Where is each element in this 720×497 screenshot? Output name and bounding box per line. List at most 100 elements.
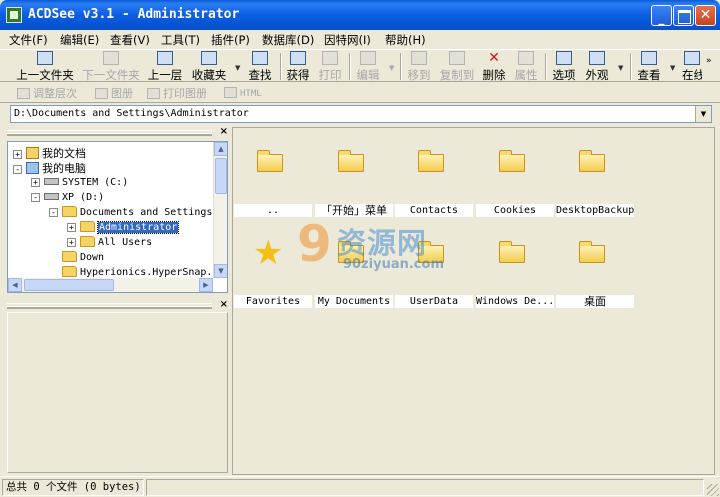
collapse-icon[interactable]: - xyxy=(13,165,22,174)
close-button[interactable]: ✕ xyxy=(695,5,716,26)
move-to-icon xyxy=(411,51,427,65)
layout-button[interactable]: 外观 xyxy=(584,51,610,82)
layout-icon xyxy=(589,51,605,65)
watermark-logo: 9 资源网 90ziyuan.com xyxy=(295,215,485,279)
toolbar-separator xyxy=(400,53,402,80)
folder-icon xyxy=(418,150,446,172)
folder-up-icon xyxy=(257,150,285,172)
tree-node-system-c[interactable]: + SYSTEM (C:) xyxy=(31,175,128,190)
menu-plugins[interactable]: 插件(P) xyxy=(211,32,250,48)
folder-icon xyxy=(80,236,95,247)
tree-vertical-scrollbar[interactable]: ▲ ▼ xyxy=(213,142,227,278)
copy-to-button[interactable]: 复制到 xyxy=(438,51,476,82)
file-item-start-menu[interactable]: 「开始」菜单 xyxy=(315,129,393,217)
title-bar[interactable]: ACDSee v3.1 - Administrator _ ✕ xyxy=(0,0,720,30)
menu-edit[interactable]: 编辑(E) xyxy=(60,32,99,48)
favorites-button[interactable]: 收藏夹 xyxy=(189,51,229,82)
expand-icon[interactable]: + xyxy=(67,223,76,232)
minimize-button[interactable]: _ xyxy=(651,5,672,26)
scroll-thumb[interactable] xyxy=(215,158,227,194)
scroll-thumb[interactable] xyxy=(24,279,114,291)
layout-dropdown-arrow[interactable]: ▼ xyxy=(618,64,623,72)
close-icon[interactable]: × xyxy=(220,299,228,310)
view-button[interactable]: 查看 xyxy=(636,51,662,82)
scroll-up-button[interactable]: ▲ xyxy=(214,142,227,156)
menu-tools[interactable]: 工具(T) xyxy=(161,32,200,48)
app-icon xyxy=(6,7,22,23)
edit-image-icon xyxy=(360,51,376,65)
properties-icon xyxy=(518,51,534,65)
print-album-button[interactable]: 打印图册 xyxy=(147,85,207,101)
menu-database[interactable]: 数据库(D) xyxy=(262,32,314,48)
my-documents-icon xyxy=(26,147,39,159)
toolbar-overflow-chevron-icon[interactable]: » xyxy=(706,56,712,66)
html-button[interactable]: HTML xyxy=(224,87,262,99)
tree-node-documents-and-settings[interactable]: - Documents and Settings xyxy=(49,205,212,220)
expand-icon[interactable]: + xyxy=(67,238,76,247)
file-item-desktopbackup[interactable]: DesktopBackup xyxy=(556,129,634,217)
menu-file[interactable]: 文件(F) xyxy=(9,32,48,48)
pane-grip[interactable] xyxy=(7,303,212,309)
pane-grip[interactable] xyxy=(7,130,212,136)
collapse-icon[interactable]: - xyxy=(31,193,40,202)
folder-forward-icon xyxy=(103,51,119,65)
star-folder-icon: ★ xyxy=(253,233,284,273)
album-button[interactable]: 图册 xyxy=(95,85,133,101)
address-bar[interactable]: D:\Documents and Settings\Administrator … xyxy=(10,105,712,123)
tree-node-my-documents[interactable]: + 我的文档 xyxy=(13,145,86,160)
next-folder-button[interactable]: 下一文件夹 xyxy=(80,51,142,82)
scroll-left-button[interactable]: ◀ xyxy=(8,278,22,292)
acquire-button[interactable]: 获得 xyxy=(285,51,311,82)
expand-icon[interactable]: + xyxy=(13,150,22,159)
find-button[interactable]: 查找 xyxy=(246,51,274,82)
file-item-cookies[interactable]: Cookies xyxy=(476,129,554,217)
view-dropdown-arrow[interactable]: ▼ xyxy=(670,64,675,72)
tree-horizontal-scrollbar[interactable]: ◀ ▶ xyxy=(8,278,213,292)
status-panel-empty xyxy=(146,479,704,496)
folder-pane-header[interactable]: × xyxy=(5,126,230,139)
tree-node-administrator[interactable]: + Administrator xyxy=(67,220,180,235)
address-dropdown-button[interactable]: ▼ xyxy=(695,106,711,122)
print-button[interactable]: 打印 xyxy=(317,51,343,82)
prev-folder-button[interactable]: 上一文件夹 xyxy=(14,51,76,82)
up-level-button[interactable]: 上一层 xyxy=(146,51,184,82)
folder-icon xyxy=(499,150,527,172)
file-item-contacts[interactable]: Contacts xyxy=(395,129,473,217)
menu-internet[interactable]: 因特网(I) xyxy=(324,32,371,48)
delete-button[interactable]: ✕ 删除 xyxy=(481,51,507,82)
favorites-dropdown-arrow[interactable]: ▼ xyxy=(235,64,240,72)
maximize-button[interactable] xyxy=(673,5,694,26)
properties-button[interactable]: 属性 xyxy=(513,51,539,82)
expand-icon[interactable]: + xyxy=(31,178,40,187)
toolbar-separator xyxy=(349,53,351,80)
menu-view[interactable]: 查看(V) xyxy=(110,32,150,48)
tree-node-down[interactable]: Down xyxy=(62,250,104,265)
collapse-icon[interactable]: - xyxy=(49,208,58,217)
edit-dropdown-arrow[interactable]: ▼ xyxy=(389,64,394,72)
preview-pane-header[interactable]: × xyxy=(5,299,230,312)
scroll-right-button[interactable]: ▶ xyxy=(199,278,213,292)
options-button[interactable]: 选项 xyxy=(551,51,577,82)
left-panel: × + 我的文档 - 我的电脑 + SYSTEM (C:) - XP (D:) - Doc… xyxy=(5,126,230,474)
favorites-icon xyxy=(201,51,217,65)
menu-help[interactable]: 帮助(H) xyxy=(385,32,426,48)
folder-tree[interactable]: + 我的文档 - 我的电脑 + SYSTEM (C:) - XP (D:) - Docum… xyxy=(7,141,228,293)
scroll-down-button[interactable]: ▼ xyxy=(214,264,227,278)
toolbar-separator xyxy=(630,53,632,80)
my-computer-icon xyxy=(26,162,39,174)
tree-node-my-computer[interactable]: - 我的电脑 xyxy=(13,160,86,175)
resize-grip-icon[interactable] xyxy=(707,484,719,496)
tree-node-all-users[interactable]: + All Users xyxy=(67,235,152,250)
online-button[interactable]: 在线 xyxy=(682,51,702,82)
file-list[interactable]: .. 「开始」菜单 Contacts Cookies DesktopBackup… xyxy=(232,127,715,475)
file-item-parent[interactable]: .. xyxy=(234,129,312,217)
tree-node-xp-d[interactable]: - XP (D:) xyxy=(31,190,104,205)
folder-back-icon xyxy=(37,51,53,65)
adjust-levels-button[interactable]: 调整层次 xyxy=(17,85,77,101)
close-icon[interactable]: × xyxy=(220,126,228,137)
window-title: ACDSee v3.1 - Administrator xyxy=(28,7,240,22)
file-item-desktop[interactable]: 桌面 xyxy=(556,220,634,308)
edit-button[interactable]: 编辑 xyxy=(355,51,381,82)
move-to-button[interactable]: 移到 xyxy=(406,51,432,82)
file-item-windows-desktop[interactable]: Windows De... xyxy=(476,220,554,308)
